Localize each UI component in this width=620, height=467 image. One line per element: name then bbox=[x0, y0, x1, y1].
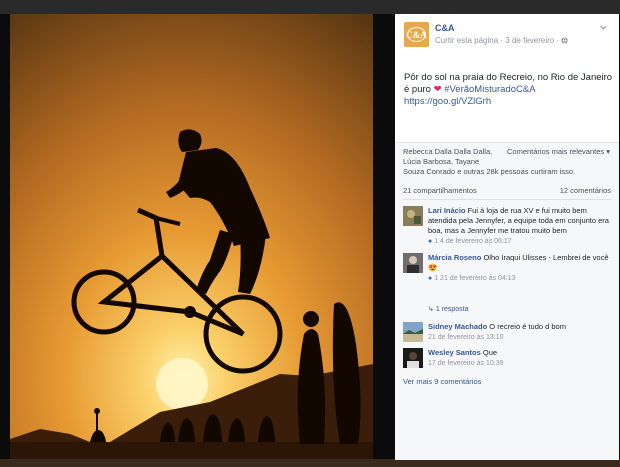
comment-meta: ● 1 4 de fevereiro às 06:17 bbox=[428, 237, 613, 247]
like-thumb-icon: ● bbox=[428, 275, 433, 282]
sort-label: Comentários mais relevantes bbox=[507, 147, 605, 156]
comment-meta: 21 de fevereiro às 13:10 bbox=[428, 333, 613, 343]
comment-timestamp[interactable]: 21 de fevereiro às 13:10 bbox=[428, 334, 504, 341]
comment-timestamp[interactable]: 21 de fevereiro às 04:13 bbox=[440, 275, 516, 282]
meta-separator: · bbox=[500, 36, 504, 45]
lightbox-gap bbox=[373, 14, 395, 459]
chevron-down-icon[interactable] bbox=[600, 24, 607, 31]
reply-arrow-icon: ↳ bbox=[428, 306, 434, 313]
meta-separator-2: · bbox=[556, 36, 560, 45]
avatar[interactable] bbox=[403, 206, 423, 226]
comment-body: Lari Inácio Fui à loja de rua XV e fui m… bbox=[428, 206, 613, 247]
heart-eyes-emoji: 😍 bbox=[428, 263, 438, 272]
avatar[interactable] bbox=[403, 253, 423, 273]
comment-timestamp[interactable]: 4 de fevereiro às 06:17 bbox=[440, 238, 512, 245]
comment-like-count: 1 bbox=[434, 275, 439, 282]
comment-body: Sidney Machado O recreio é tudo d bom 21… bbox=[428, 322, 613, 343]
comment-text: O recreio é tudo d bom bbox=[487, 322, 566, 331]
comment-text: Que bbox=[480, 348, 498, 357]
post-date[interactable]: 3 de fevereiro bbox=[505, 36, 554, 45]
globe-icon bbox=[561, 37, 569, 44]
like-thumb-icon: ● bbox=[428, 238, 433, 245]
like-page-link[interactable]: Curtir esta página bbox=[435, 36, 498, 45]
divider bbox=[403, 199, 611, 200]
comment-text: Olho Iraqui Ulisses - Lembrei de você bbox=[481, 253, 609, 262]
caret-down-icon: ▾ bbox=[606, 147, 610, 156]
comment-author[interactable]: Wesley Santos bbox=[428, 348, 481, 357]
comment-author[interactable]: Márcia Roseno bbox=[428, 253, 481, 262]
post-meta: Curtir esta página · 3 de fevereiro · bbox=[435, 36, 569, 45]
comment-author[interactable]: Lari Inácio bbox=[428, 206, 466, 215]
view-more-comments-link[interactable]: Ver mais 9 comentários bbox=[403, 377, 481, 386]
comment-sort-dropdown[interactable]: Comentários mais relevantes ▾ bbox=[507, 147, 610, 156]
post-photo[interactable] bbox=[10, 14, 373, 459]
comment-meta: 17 de fevereiro às 10:39 bbox=[428, 359, 613, 369]
reply-count: 1 resposta bbox=[435, 306, 469, 313]
comment-author[interactable]: Sidney Machado bbox=[428, 322, 487, 331]
heart-icon: ❤ bbox=[433, 84, 442, 95]
post-text: Pôr do sol na praia do Recreio, no Rio d… bbox=[404, 72, 614, 108]
post-side-panel: C&A C&A Curtir esta página · 3 de fevere… bbox=[395, 14, 619, 460]
likes-summary[interactable]: Rebecca Dalla Dalla Dalla, Lúcia Barbosa… bbox=[403, 147, 503, 167]
comment-body: Márcia Roseno Olho Iraqui Ulisses - Lemb… bbox=[428, 253, 613, 284]
avatar[interactable] bbox=[403, 348, 423, 368]
post-header: C&A C&A Curtir esta página · 3 de fevere… bbox=[395, 14, 619, 58]
lightbox-backdrop-top bbox=[0, 0, 620, 14]
avatar[interactable] bbox=[403, 322, 423, 342]
bmx-sunset-photo bbox=[10, 14, 373, 459]
comment-timestamp[interactable]: 17 de fevereiro às 10:39 bbox=[428, 360, 504, 367]
shares-count[interactable]: 21 compartilhamentos bbox=[403, 186, 477, 195]
comment-body: Wesley Santos Que 17 de fevereiro às 10:… bbox=[428, 348, 613, 369]
lightbox-backdrop-bottom bbox=[0, 459, 620, 467]
counts-row: 21 compartilhamentos 12 comentários bbox=[403, 186, 611, 195]
page-logo-text: C&A bbox=[406, 27, 427, 42]
comments-count[interactable]: 12 comentários bbox=[560, 186, 611, 195]
comment-meta: ● 1 21 de fevereiro às 04:13 bbox=[428, 274, 613, 284]
page-name-link[interactable]: C&A bbox=[435, 23, 455, 33]
comment-like-count: 1 bbox=[434, 238, 439, 245]
likes-summary-rest[interactable]: Souza Conrado e outras 28k pessoas curti… bbox=[403, 167, 575, 176]
page-avatar[interactable]: C&A bbox=[404, 22, 429, 47]
view-replies-link[interactable]: ↳ 1 resposta bbox=[428, 305, 469, 313]
